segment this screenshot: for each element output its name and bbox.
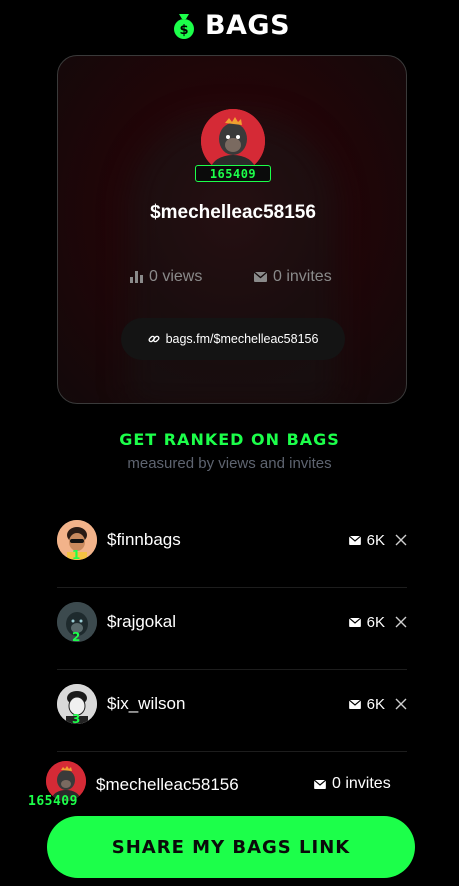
envelope-icon: [348, 618, 361, 627]
link-icon: [148, 335, 160, 343]
current-user-row: 165409 $mechelleac58156 0 invites: [28, 758, 408, 809]
leader-name: $ix_wilson: [107, 694, 186, 713]
leader-invites-count: 6K: [366, 614, 385, 631]
leader-name: $finnbags: [107, 530, 181, 549]
current-user-name: $mechelleac58156: [96, 775, 239, 794]
share-link-button[interactable]: SHARE MY BAGS LINK: [47, 816, 415, 878]
profile-link-text: bags.fm/$mechelleac58156: [165, 332, 319, 346]
current-user-invites: 0 invites: [314, 775, 391, 793]
leader-invites-count: 6K: [366, 696, 385, 713]
money-bag-icon: $: [173, 14, 194, 39]
bar-chart-icon: [130, 271, 143, 283]
envelope-icon: [314, 779, 326, 789]
invites-count: 0 invites: [273, 268, 332, 285]
leader-invites-count: 6K: [366, 532, 385, 549]
leader-rank: 2: [72, 630, 81, 644]
x-logo-icon[interactable]: [395, 698, 407, 710]
leaderboard-row[interactable]: 1 $finnbags 6K: [57, 506, 407, 588]
invites-stat: 0 invites: [254, 268, 332, 286]
envelope-icon: [348, 700, 361, 709]
app-header: $ BAGS: [0, 8, 459, 42]
ranking-title: GET RANKED ON BAGS: [119, 430, 340, 449]
x-logo-icon[interactable]: [395, 534, 407, 546]
leaderboard-row[interactable]: 3 $ix_wilson 6K: [57, 670, 407, 752]
leader-name: $rajgokal: [107, 612, 176, 631]
leader-invites: 6K: [348, 614, 385, 631]
svg-text:$: $: [179, 23, 188, 38]
app-logo-text: BAGS: [204, 9, 291, 41]
leader-rank: 3: [72, 712, 81, 726]
profile-username: $mechelleac58156: [150, 202, 316, 223]
profile-rank-badge: 165409: [195, 165, 271, 182]
profile-card: 165409 $mechelleac58156 0 views 0 invite…: [57, 55, 407, 404]
leader-invites: 6K: [348, 696, 385, 713]
views-count: 0 views: [149, 268, 203, 285]
leaderboard-row[interactable]: 2 $rajgokal 6K: [57, 588, 407, 670]
current-user-invites-count: 0 invites: [332, 775, 391, 792]
views-stat: 0 views: [130, 268, 202, 286]
x-logo-icon[interactable]: [395, 616, 407, 628]
ranking-subtitle: measured by views and invites: [127, 455, 332, 472]
leader-rank: 1: [72, 548, 81, 562]
profile-link-button[interactable]: bags.fm/$mechelleac58156: [121, 318, 345, 360]
profile-avatar: [201, 109, 265, 173]
envelope-icon: [348, 536, 361, 545]
leader-invites: 6K: [348, 532, 385, 549]
envelope-icon: [254, 272, 267, 282]
current-user-rank: 165409: [28, 794, 78, 809]
ape-avatar-icon: [201, 109, 265, 173]
